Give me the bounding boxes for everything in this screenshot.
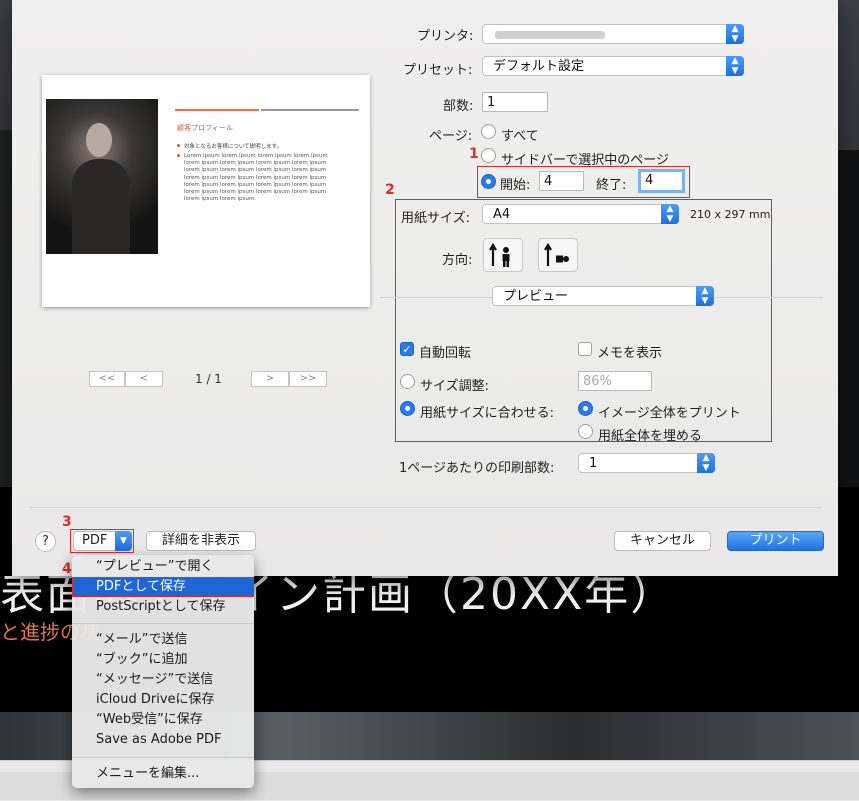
page-counter: 1 / 1 <box>195 372 222 386</box>
first-page-button[interactable]: << <box>89 371 125 387</box>
portrait-person-icon <box>489 242 510 267</box>
menu-item-save-icloud[interactable]: iCloud Driveに保存 <box>72 690 254 709</box>
menu-item-save-as-postscript[interactable]: PostScriptとして保存 <box>72 597 254 616</box>
pages-per-sheet-select[interactable]: 1 ▲ ▼ <box>578 453 715 473</box>
menu-separator <box>72 757 254 758</box>
app-section-value: プレビュー <box>503 289 569 304</box>
portrait-orientation-button[interactable] <box>483 238 523 272</box>
pdf-button-label: PDF <box>82 533 108 548</box>
slide-bullet-1: 対象となるお客様について説明します。 <box>184 144 283 150</box>
fill-entire-paper-radio[interactable] <box>578 424 593 439</box>
fit-paper-label: 用紙サイズに合わせる: <box>420 406 554 421</box>
auto-rotate-checkbox[interactable]: ✓ <box>400 342 414 356</box>
auto-rotate-label: 自動回転 <box>419 346 472 361</box>
chevron-updown-icon: ▲ ▼ <box>697 453 715 473</box>
printer-label: プリンタ: <box>417 29 474 44</box>
slide-bullet-dot <box>177 144 180 147</box>
pages-per-sheet-label: 1ページあたりの印刷部数: <box>399 461 555 476</box>
pages-per-sheet-value: 1 <box>589 456 598 471</box>
slide-bullet-dot <box>177 154 180 157</box>
printer-select[interactable]: ▲ ▼ <box>482 24 744 44</box>
menu-item-add-to-books[interactable]: “ブック”に追加 <box>72 650 254 669</box>
paper-size-select[interactable]: A4 ▲ ▼ <box>482 204 679 224</box>
pages-to-input[interactable]: 4 <box>638 169 685 193</box>
landscape-person-icon <box>544 242 569 266</box>
last-page-button[interactable]: >> <box>289 371 327 387</box>
cancel-button[interactable]: キャンセル <box>614 531 711 551</box>
paper-dimensions: 210 x 297 mm <box>690 208 771 221</box>
annotation-number-3: 3 <box>62 514 72 530</box>
slide-photo <box>46 99 158 254</box>
print-button[interactable]: プリント <box>727 531 824 551</box>
pages-selected-radio[interactable] <box>481 148 496 163</box>
app-section-select[interactable]: プレビュー ▲ ▼ <box>492 286 714 306</box>
pages-label: ページ: <box>429 129 473 144</box>
scale-radio[interactable] <box>400 374 415 389</box>
print-preview-thumbnail: 顧客プロフィール 対象となるお客様について説明します。 Lorem ipsum … <box>42 75 370 307</box>
slide-accent-bar <box>175 109 259 111</box>
fill-entire-paper-label: 用紙全体を埋める <box>598 429 703 444</box>
annotation-box-4 <box>72 577 254 597</box>
chevron-down-icon: ▼ <box>115 531 132 551</box>
preset-value: デフォルト設定 <box>493 59 585 74</box>
help-button[interactable]: ? <box>35 531 56 552</box>
menu-item-save-adobe-pdf[interactable]: Save as Adobe PDF <box>72 730 254 749</box>
pages-all-label: すべて <box>501 129 539 144</box>
menu-item-open-in-preview[interactable]: “プレビュー”で開く <box>72 557 254 576</box>
preset-select[interactable]: デフォルト設定 ▲ ▼ <box>482 56 744 76</box>
pages-all-radio[interactable] <box>481 124 496 139</box>
annotation-number-2: 2 <box>385 182 395 198</box>
background-photo-right <box>837 150 859 490</box>
scale-label: サイズ調整: <box>420 379 489 394</box>
pdf-menu-button[interactable]: PDF ▼ <box>73 531 132 551</box>
previous-page-button[interactable]: < <box>125 371 163 387</box>
show-notes-checkbox[interactable] <box>578 342 592 356</box>
chevron-updown-icon: ▲ ▼ <box>661 204 679 224</box>
print-entire-image-radio[interactable] <box>578 401 593 416</box>
print-dialog: 顧客プロフィール 対象となるお客様について説明します。 Lorem ipsum … <box>12 0 838 576</box>
chevron-updown-icon: ▲ ▼ <box>696 286 714 306</box>
paper-size-value: A4 <box>493 207 511 222</box>
copies-label: 部数: <box>443 99 474 114</box>
menu-item-send-message[interactable]: “メッセージ”で送信 <box>72 670 254 689</box>
pages-to-label: 終了: <box>596 178 627 193</box>
chevron-updown-icon: ▲ ▼ <box>726 24 744 44</box>
footer-separator <box>30 507 822 508</box>
slide-title: 顧客プロフィール <box>177 124 233 132</box>
paper-size-label: 用紙サイズ: <box>401 211 470 226</box>
annotation-number-4: 4 <box>62 561 72 577</box>
pages-range-radio[interactable] <box>481 174 496 189</box>
slide-body-text: Lorem ipsum lorem ipsum lorem ipsum lore… <box>184 153 328 203</box>
chevron-updown-icon: ▲ ▼ <box>726 56 744 76</box>
fit-paper-radio[interactable] <box>400 401 415 416</box>
hide-details-button[interactable]: 詳細を非表示 <box>146 531 256 551</box>
menu-item-edit-menu[interactable]: メニューを編集... <box>72 764 254 783</box>
copies-input[interactable]: 1 <box>482 92 548 112</box>
print-entire-image-label: イメージ全体をプリント <box>598 406 741 421</box>
menu-item-send-mail[interactable]: “メール”で送信 <box>72 630 254 649</box>
landscape-orientation-button[interactable] <box>538 238 578 272</box>
printer-name-blurred <box>495 31 605 39</box>
menu-item-save-web-receipts[interactable]: “Web受信”に保存 <box>72 710 254 729</box>
menu-separator <box>72 623 254 624</box>
annotation-number-1: 1 <box>469 146 479 162</box>
show-notes-label: メモを表示 <box>597 346 663 361</box>
slide-grey-bar <box>261 109 359 111</box>
pages-from-label: 開始: <box>500 178 531 193</box>
next-page-button[interactable]: > <box>251 371 289 387</box>
background-photo-left <box>0 130 12 490</box>
pages-from-input[interactable]: 4 <box>539 171 584 191</box>
preset-label: プリセット: <box>403 63 473 78</box>
scale-input[interactable]: 86% <box>578 371 652 391</box>
orientation-label: 方向: <box>442 253 473 268</box>
